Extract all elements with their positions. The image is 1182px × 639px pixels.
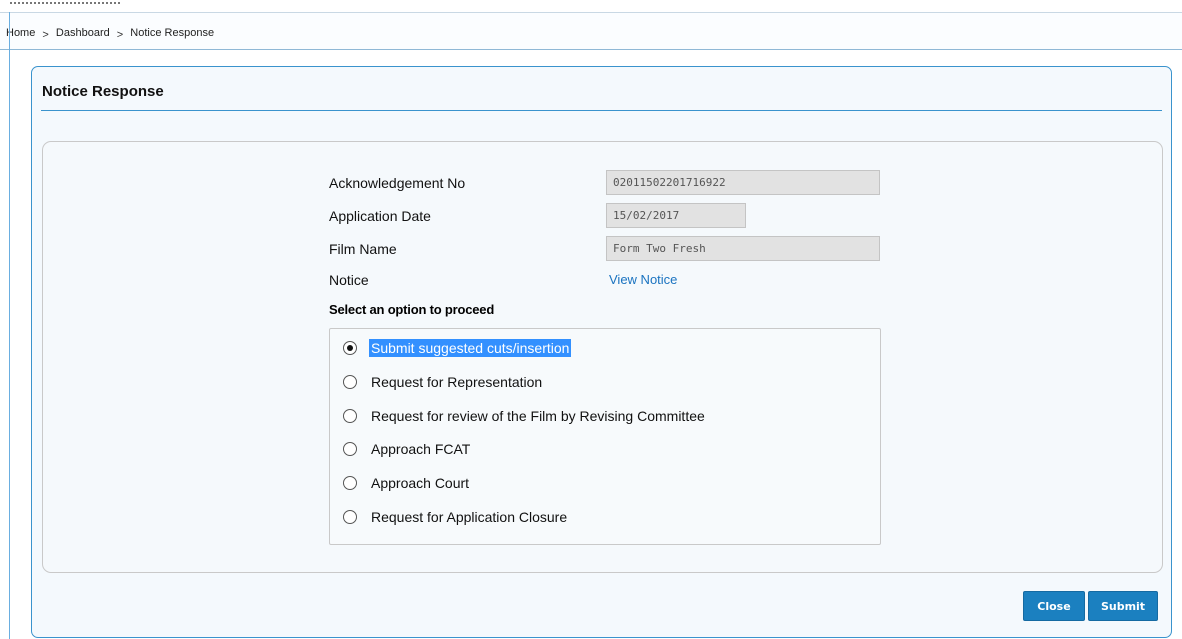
cropped-header-edge — [10, 0, 120, 4]
notice-response-panel: Notice Response Acknowledgement No 02011… — [31, 66, 1172, 638]
options-group: Submit suggested cuts/insertion Request … — [329, 328, 881, 545]
page-title: Notice Response — [42, 83, 164, 100]
radio-button[interactable] — [343, 442, 357, 456]
breadcrumb-separator: > — [42, 29, 49, 41]
top-strip — [0, 0, 1182, 12]
acknowledgement-field[interactable]: 02011502201716922 — [606, 170, 880, 195]
breadcrumb-dashboard[interactable]: Dashboard — [56, 27, 110, 39]
breadcrumb-current: Notice Response — [130, 27, 215, 39]
acknowledgement-label: Acknowledgement No — [329, 175, 466, 191]
option-label: Submit suggested cuts/insertion — [369, 339, 572, 357]
option-label: Approach Court — [371, 475, 470, 491]
option-label: Request for review of the Film by Revisi… — [371, 408, 705, 424]
submit-button[interactable]: Submit — [1088, 591, 1158, 621]
options-heading: Select an option to proceed — [329, 302, 495, 317]
application-date-field[interactable]: 15/02/2017 — [606, 203, 746, 228]
radio-button[interactable] — [343, 510, 357, 524]
breadcrumb: Home > Dashboard > Notice Response — [6, 27, 215, 41]
breadcrumb-home[interactable]: Home — [6, 27, 35, 39]
breadcrumb-separator: > — [116, 29, 124, 41]
film-name-label: Film Name — [329, 241, 397, 257]
notice-label: Notice — [329, 272, 369, 288]
option-submit-cuts[interactable]: Submit suggested cuts/insertion — [343, 337, 572, 359]
option-approach-fcat[interactable]: Approach FCAT — [343, 438, 472, 460]
application-date-label: Application Date — [329, 208, 431, 224]
option-label: Approach FCAT — [371, 441, 471, 457]
page-left-border — [9, 12, 10, 639]
radio-button-selected[interactable] — [343, 341, 357, 355]
option-label: Request for Application Closure — [371, 509, 568, 525]
option-application-closure[interactable]: Request for Application Closure — [343, 506, 569, 528]
option-approach-court[interactable]: Approach Court — [343, 472, 471, 494]
option-representation[interactable]: Request for Representation — [343, 371, 544, 393]
film-name-field[interactable]: Form Two Fresh — [606, 236, 880, 261]
breadcrumb-bar: Home > Dashboard > Notice Response — [0, 12, 1182, 50]
option-review-revising-committee[interactable]: Request for review of the Film by Revisi… — [343, 405, 707, 427]
close-button[interactable]: Close — [1023, 591, 1085, 621]
form-container: Acknowledgement No 02011502201716922 App… — [42, 141, 1163, 573]
radio-button[interactable] — [343, 409, 357, 423]
title-divider — [41, 110, 1162, 111]
radio-button[interactable] — [343, 476, 357, 490]
option-label: Request for Representation — [371, 374, 543, 390]
radio-button[interactable] — [343, 375, 357, 389]
view-notice-link[interactable]: View Notice — [609, 272, 677, 287]
